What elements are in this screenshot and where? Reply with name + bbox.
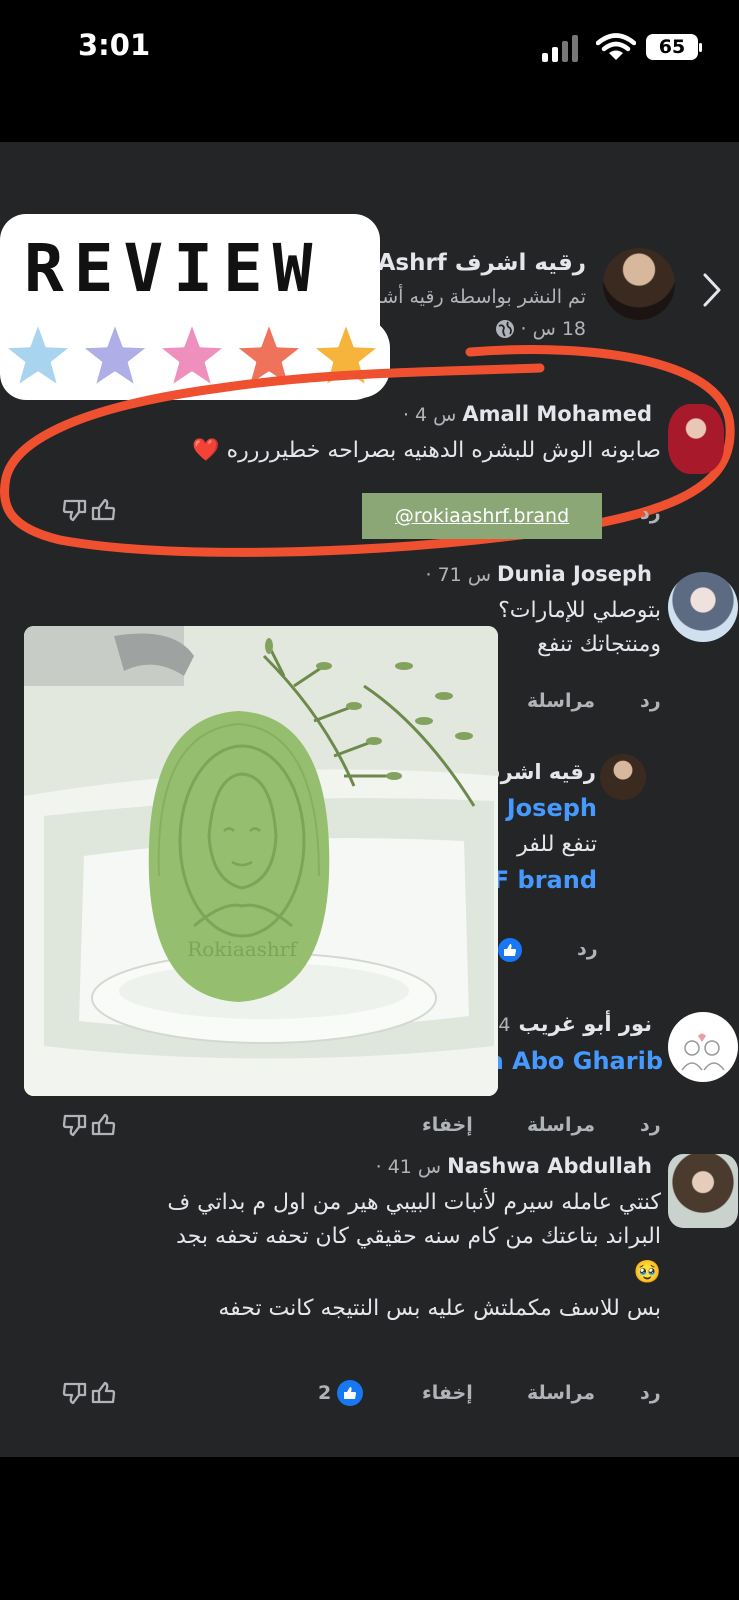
comment-nashwa-message[interactable]: مراسلة (527, 1382, 595, 1404)
thumbs-down-icon[interactable] (62, 497, 88, 523)
comment-amall-text: صابونه الوش للبشره الدهنيه بصراحه خطيررر… (192, 434, 661, 468)
comment-nashwa-time: 41 س (387, 1156, 442, 1178)
battery-indicator: 65 (646, 34, 702, 60)
comment-nour-message[interactable]: مراسلة (527, 1114, 595, 1136)
comment-dunia-message[interactable]: مراسلة (527, 690, 595, 712)
comment-dunia-time: 71 س (437, 564, 492, 586)
comment-nashwa-reply[interactable]: رد (640, 1382, 661, 1404)
post-subtitle: تم النشر بواسطة رقيه أشرف (352, 286, 586, 308)
reply-rokia-brand[interactable]: F brand (493, 866, 597, 894)
comment-amall-header: · 4 س Amall Mohamed (402, 402, 652, 426)
thumbs-down-icon[interactable] (62, 1112, 88, 1138)
comment-nashwa-like-count[interactable]: 2 (318, 1380, 364, 1406)
comment-nashwa-header: · 41 س Nashwa Abdullah (375, 1154, 652, 1178)
comment-dunia-header: · 71 س Dunia Joseph (425, 562, 652, 586)
reply-avatar-rokia[interactable] (600, 754, 646, 800)
chevron-right-icon[interactable] (700, 270, 724, 310)
reply-rokia-reply[interactable]: رد (577, 938, 598, 960)
like-badge-icon (337, 1380, 364, 1406)
thumbs-down-icon[interactable] (62, 1380, 88, 1406)
comment-nashwa-hide[interactable]: إخفاء (422, 1382, 473, 1404)
comment-dunia-line1: بتوصلي للإمارات؟ (498, 598, 661, 623)
comment-nashwa-line3: 🥹 (633, 1260, 661, 1285)
like-count: 2 (318, 1382, 332, 1404)
status-time: 3:01 (78, 28, 151, 62)
comment-nour-reply[interactable]: رد (640, 1114, 661, 1136)
post-author-avatar[interactable] (603, 248, 675, 320)
comment-nashwa-author[interactable]: Nashwa Abdullah (447, 1154, 652, 1178)
nour-avatar-art (681, 1033, 725, 1071)
comment-amall-time: 4 س (415, 404, 457, 426)
comment-nour-reactions[interactable] (62, 1112, 116, 1138)
comment-nour-header: ·4 نور أبو غريب (484, 1012, 652, 1036)
comment-amall-reactions[interactable] (62, 497, 116, 523)
wifi-icon (596, 33, 636, 60)
comment-nour-time: 4 (498, 1014, 511, 1036)
like-badge-icon (504, 944, 516, 956)
thumbs-up-icon[interactable] (90, 1380, 116, 1406)
product-photo: Rokiaashrf (24, 626, 498, 1096)
comment-nour-tag[interactable]: a Abo Gharib (488, 1047, 663, 1075)
comment-avatar-dunia[interactable] (668, 572, 738, 642)
signal-icon (542, 34, 584, 62)
comment-avatar-nour[interactable] (668, 1012, 738, 1082)
brand-handle-link[interactable]: @rokiaashrf.brand (362, 493, 602, 539)
reply-rokia-mention[interactable]: Joseph (507, 794, 597, 822)
comments-screen: رقيه اشرف Ashrf تم النشر بواسطة رقيه أشر… (0, 142, 739, 1457)
reply-rokia-like-badge (498, 938, 522, 962)
heart-emoji: ❤️ (192, 438, 220, 463)
comment-nashwa-line4: بس للاسف مكملتش عليه بس النتيجه كانت تحف… (218, 1296, 661, 1321)
comment-amall-reply[interactable]: رد (640, 502, 661, 524)
comment-nour-hide[interactable]: إخفاء (422, 1114, 473, 1136)
comment-nashwa-line2: البراند بتاعتك من كام سنه حقيقي كان تحفه… (176, 1224, 661, 1249)
comment-dunia-reply[interactable]: رد (640, 690, 661, 712)
comment-nashwa-reactions[interactable] (62, 1380, 116, 1406)
thumbs-up-icon[interactable] (90, 497, 116, 523)
comment-dunia-line2: ومنتجاتك تنفع (537, 632, 661, 657)
soap-brand-text: Rokiaashrf (187, 937, 298, 961)
reply-rokia-line: تنفع للفر (517, 832, 597, 857)
post-author-name[interactable]: رقيه اشرف Ashrf (378, 250, 586, 276)
review-sticker-text: REVIEW (24, 230, 323, 307)
comment-amall-body: صابونه الوش للبشره الدهنيه بصراحه خطيررر… (226, 438, 661, 463)
thumbs-up-icon[interactable] (90, 1112, 116, 1138)
comment-amall-author[interactable]: Amall Mohamed (462, 402, 652, 426)
comment-dunia-author[interactable]: Dunia Joseph (497, 562, 652, 586)
comment-nashwa-line1: كنتي عامله سيرم لأنبات البيبي هير من اول… (167, 1190, 661, 1215)
comment-avatar-amall[interactable] (668, 404, 724, 474)
comment-nour-author[interactable]: نور أبو غريب (518, 1012, 652, 1036)
comment-avatar-nashwa[interactable] (668, 1154, 738, 1228)
